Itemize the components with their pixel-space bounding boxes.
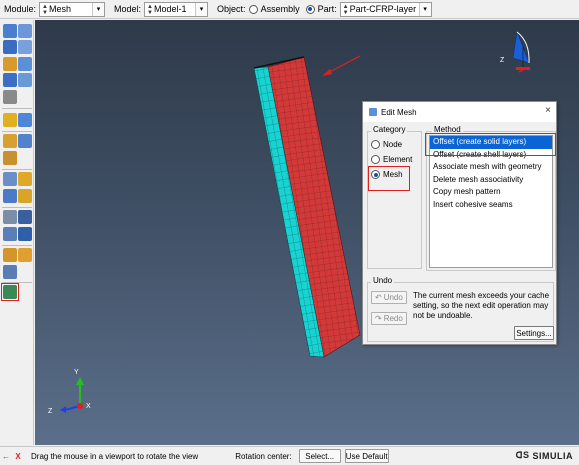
triad-z-label: Z	[48, 408, 53, 415]
category-element-label: Element	[383, 155, 413, 164]
module-select-value: Mesh	[49, 4, 72, 14]
datum-csys-icon[interactable]	[18, 210, 32, 224]
node-radio[interactable]	[371, 140, 380, 149]
category-group-label: Category	[371, 125, 408, 134]
datum-plane-icon[interactable]	[18, 227, 32, 241]
delete-seeds-icon[interactable]	[18, 24, 32, 38]
part-label: Part:	[317, 4, 337, 14]
verify-mesh-icon[interactable]	[3, 134, 17, 148]
mesh-part-icon[interactable]	[3, 73, 17, 87]
element-type-icon[interactable]	[18, 57, 32, 71]
spin-arrows-icon: ▲ ▼	[42, 3, 48, 16]
assembly-radio[interactable]	[248, 4, 258, 14]
datum-xyz-icon[interactable]	[3, 210, 17, 224]
select-button[interactable]: Select...	[298, 449, 341, 463]
undo-group-label: Undo	[371, 276, 395, 285]
chevron-down-icon[interactable]: ▾	[418, 2, 431, 16]
simulia-wordmark: SIMULIA	[532, 450, 573, 461]
view-cube-z-label: Z	[500, 57, 505, 64]
category-node-label: Node	[383, 140, 403, 149]
method-associate-mesh[interactable]: Associate mesh with geometry	[430, 161, 552, 174]
assign-stack-icon[interactable]	[3, 151, 17, 165]
triad-x-label: X	[86, 403, 91, 410]
undo-button[interactable]: ↶ Undo	[371, 291, 407, 304]
redo-icon: ↷	[375, 314, 382, 323]
display-group-icon[interactable]	[3, 265, 17, 279]
offset-solid-highlight	[425, 133, 556, 156]
part-select-value: Part-CFRP-layer	[349, 4, 417, 14]
undo-message: The current mesh exceeds your cache sett…	[413, 291, 550, 320]
object-label: Object:	[217, 4, 246, 14]
mesh-controls-icon[interactable]	[3, 57, 17, 71]
view-cube[interactable]: Z	[500, 31, 530, 73]
edit-mesh-highlight	[1, 283, 19, 301]
part-select[interactable]: ▲ ▼ Part-CFRP-layer ▾	[339, 1, 432, 17]
create-element-icon[interactable]	[18, 172, 32, 186]
delete-mesh-icon[interactable]	[18, 73, 32, 87]
create-set-icon[interactable]	[3, 248, 17, 262]
chevron-down-icon[interactable]: ▾	[92, 2, 105, 16]
dialog-title-bar[interactable]: Edit Mesh ×	[363, 102, 556, 122]
category-group	[367, 131, 422, 269]
module-toolbar: Module: ▲ ▼ Mesh ▾ Model: ▲ ▼ Model-1 ▾ Ob…	[0, 0, 579, 19]
module-select[interactable]: ▲ ▼ Mesh ▾	[39, 1, 106, 17]
category-element-option[interactable]: Element	[371, 155, 412, 164]
delete-edge-seeds-icon[interactable]	[18, 40, 32, 54]
back-arrow-icon[interactable]: ←	[0, 452, 12, 461]
simulia-logo: ᗡS SIMULIA	[516, 450, 573, 461]
toolbox-divider	[2, 245, 32, 246]
rotation-center-label: Rotation center:	[235, 451, 292, 461]
toolbox-divider	[2, 108, 32, 109]
spin-arrows-icon: ▲ ▼	[147, 3, 153, 16]
close-icon[interactable]: ×	[545, 105, 551, 116]
use-default-button[interactable]: Use Default	[344, 449, 389, 463]
mesh-category-highlight	[368, 166, 410, 191]
datum-axis-icon[interactable]	[3, 227, 17, 241]
toolbox-divider	[2, 131, 32, 132]
repair-icon[interactable]	[18, 113, 32, 127]
prompt-text: Drag the mouse in a viewport to rotate t…	[31, 451, 199, 461]
redo-button-label: Redo	[383, 314, 403, 323]
virtual-topology-icon[interactable]	[3, 113, 17, 127]
model-label: Model:	[114, 4, 142, 14]
element-radio[interactable]	[371, 155, 380, 164]
part-radio[interactable]	[305, 4, 315, 14]
model-select[interactable]: ▲ ▼ Model-1 ▾	[144, 1, 209, 17]
redo-button[interactable]: ↷ Redo	[371, 312, 407, 325]
edit-element-icon[interactable]	[18, 189, 32, 203]
chevron-down-icon[interactable]: ▾	[195, 2, 208, 16]
toolbox-divider	[2, 207, 32, 208]
edit-mesh-dialog-icon	[369, 108, 377, 116]
undo-icon: ↶	[375, 293, 382, 302]
create-surface-icon[interactable]	[18, 248, 32, 262]
method-insert-cohesive[interactable]: Insert cohesive seams	[430, 199, 552, 212]
settings-button[interactable]: Settings...	[514, 326, 554, 340]
module-label: Module:	[4, 4, 37, 14]
category-node-option[interactable]: Node	[371, 140, 402, 149]
prompt-bar: ← X Drag the mouse in a viewport to rota…	[0, 446, 579, 465]
seed-part-icon[interactable]	[3, 24, 17, 38]
cancel-icon[interactable]: X	[12, 452, 24, 461]
model-select-value: Model-1	[154, 4, 187, 14]
ds-logo-icon: ᗡS	[515, 450, 530, 460]
triad-y-label: Y	[74, 369, 79, 376]
query-icon[interactable]	[18, 134, 32, 148]
coordinate-triad: Y X Z	[48, 369, 91, 415]
edit-mesh-dialog: Edit Mesh × Category Node Element Mesh M…	[362, 101, 557, 345]
dialog-title: Edit Mesh	[381, 107, 417, 117]
create-node-icon[interactable]	[3, 172, 17, 186]
method-copy-pattern[interactable]: Copy mesh pattern	[430, 186, 552, 199]
undo-button-label: Undo	[383, 293, 403, 302]
edit-node-icon[interactable]	[3, 189, 17, 203]
assembly-radio-label: Assembly	[260, 4, 300, 14]
seed-edges-icon[interactable]	[3, 40, 17, 54]
mesh-toolbox	[0, 20, 34, 445]
toolbox-divider	[2, 169, 32, 170]
spin-arrows-icon: ▲ ▼	[342, 3, 349, 16]
method-delete-associativity[interactable]: Delete mesh associativity	[430, 174, 552, 187]
partition-icon[interactable]	[3, 90, 17, 104]
annotation-arrowhead	[322, 69, 332, 76]
